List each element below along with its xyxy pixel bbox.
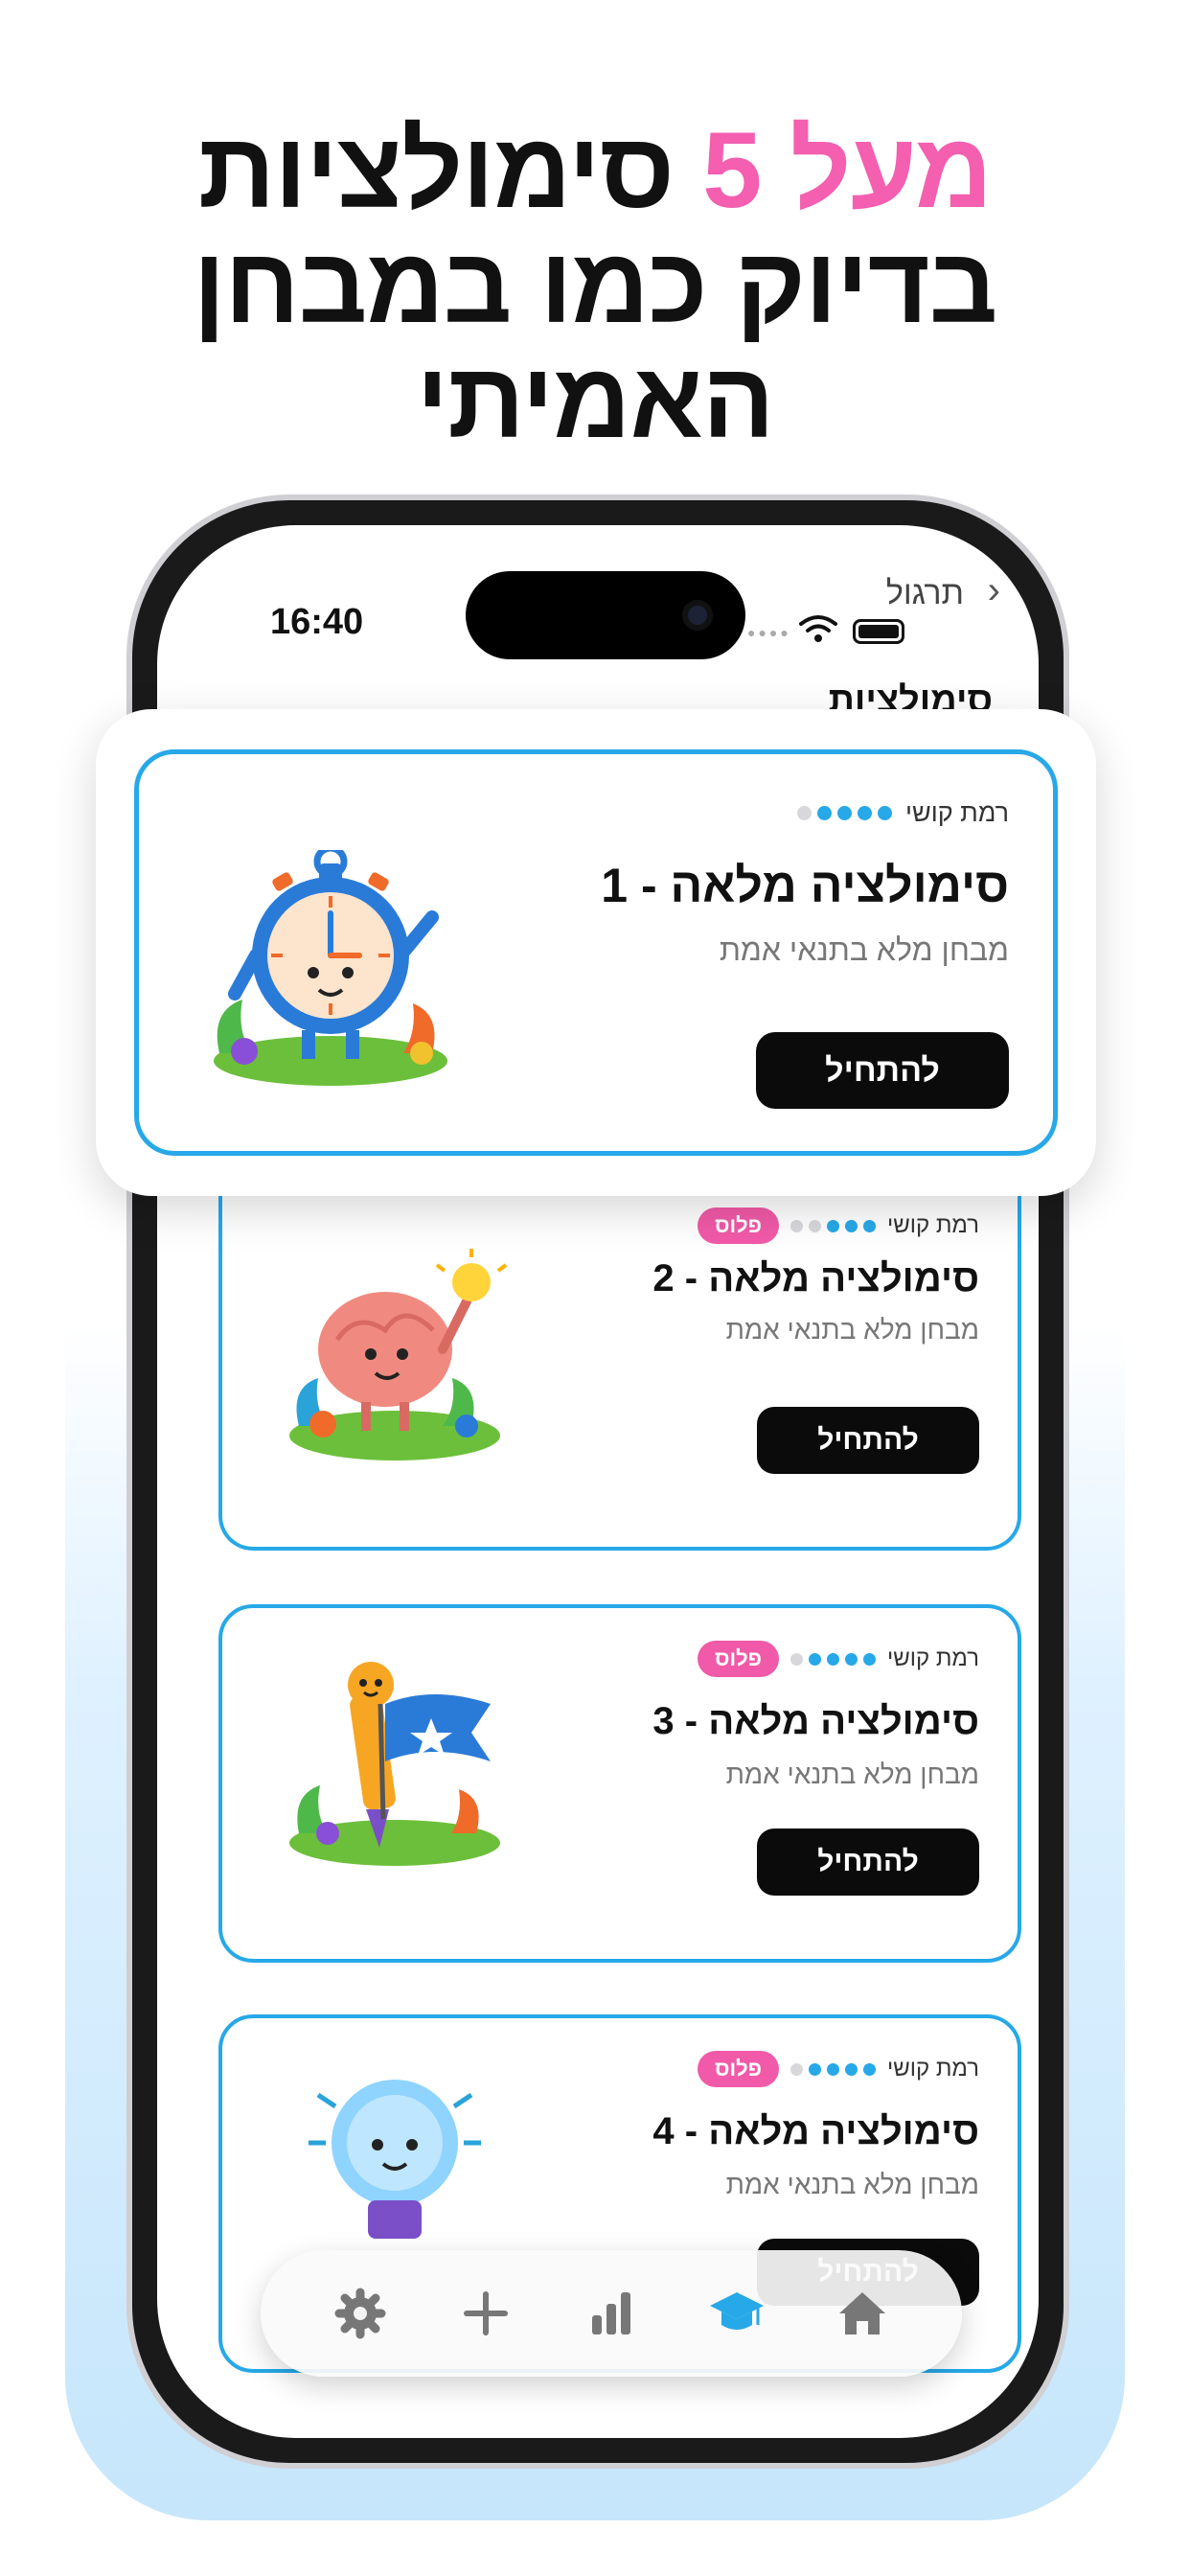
tab-home[interactable] <box>819 2270 905 2357</box>
card-subtitle: מבחן מלא בתנאי אמת <box>725 1315 979 1345</box>
difficulty-row: רמת קושי פלוס <box>698 2051 979 2087</box>
headline-line-2: בדיוק כמו במבחן <box>193 225 998 345</box>
wifi-icon <box>799 611 837 653</box>
difficulty-pips <box>790 1219 876 1232</box>
chevron-right-icon[interactable]: › <box>988 569 1000 612</box>
difficulty-pips <box>790 1652 876 1666</box>
difficulty-label: רמת קושי <box>887 1212 979 1238</box>
difficulty-row: רמת קושי <box>797 798 1009 828</box>
plus-badge: פלוס <box>698 1641 779 1677</box>
plus-badge: פלוס <box>698 2051 779 2087</box>
card-subtitle: מבחן מלא בתנאי אמת <box>725 1760 979 1789</box>
graduation-cap-icon <box>710 2292 765 2330</box>
difficulty-label: רמת קושי <box>905 798 1009 827</box>
difficulty-pips <box>797 806 892 820</box>
difficulty-pips <box>790 2062 876 2076</box>
tab-add[interactable] <box>443 2270 529 2357</box>
card-subtitle: מבחן מלא בתנאי אמת <box>725 2170 979 2199</box>
start-button[interactable]: להתחיל <box>757 1407 979 1474</box>
tab-settings[interactable] <box>317 2270 403 2357</box>
difficulty-row: רמת קושי פלוס <box>698 1641 979 1677</box>
plus-badge: פלוס <box>698 1208 779 1244</box>
difficulty-row: רמת קושי פלוס <box>698 1208 979 1244</box>
simulation-card-3[interactable]: רמת קושי פלוס סימולציה מלאה - 3 מבחן מלא… <box>218 1604 1021 1963</box>
headline-accent: מעל 5 <box>702 110 993 230</box>
headline-line-3: האמיתי <box>416 340 774 460</box>
headline-line-1: מעל 5 סימולציות <box>0 113 1190 228</box>
brain-character-illustration <box>289 1249 508 1460</box>
card-title: סימולציה מלאה - 2 <box>652 1257 979 1300</box>
simulation-card-2[interactable]: רמת קושי פלוס סימולציה מלאה - 2 מבחן מלא… <box>218 1196 1021 1551</box>
stopwatch-character-illustration <box>214 850 447 1086</box>
signal-dots-icon: ●●●● <box>747 625 791 640</box>
difficulty-label: רמת קושי <box>887 2056 979 2082</box>
status-time: 16:40 <box>270 602 364 642</box>
status-icons: ●●●● <box>740 592 950 650</box>
plus-icon <box>463 2291 508 2335</box>
simulation-card-1-highlight: רמת קושי סימולציה מלאה - 1 מבחן מלא בתנא… <box>96 709 1096 1196</box>
start-button[interactable]: להתחיל <box>756 1032 1009 1109</box>
tab-stats[interactable] <box>568 2270 654 2357</box>
camera-icon <box>682 600 713 631</box>
card-title: סימולציה מלאה - 3 <box>652 1700 979 1742</box>
dynamic-island <box>466 571 745 659</box>
tab-simulations[interactable] <box>694 2270 780 2357</box>
card-title: סימולציה מלאה - 1 <box>601 859 1009 912</box>
start-button[interactable]: להתחיל <box>757 1828 979 1896</box>
simulation-card-1[interactable]: רמת קושי סימולציה מלאה - 1 מבחן מלא בתנא… <box>134 749 1058 1156</box>
battery-icon <box>853 619 904 644</box>
card-subtitle: מבחן מלא בתנאי אמת <box>719 932 1009 967</box>
pencil-flag-character-illustration <box>289 1662 500 1866</box>
difficulty-label: רמת קושי <box>887 1645 979 1671</box>
headline: מעל 5 סימולציות בדיוק כמו במבחן האמיתי <box>0 113 1190 458</box>
bar-chart-icon <box>591 2292 630 2334</box>
tab-bar <box>261 2250 962 2377</box>
card-title: סימולציה מלאה - 4 <box>652 2110 979 2152</box>
home-icon <box>839 2292 886 2334</box>
headline-line-1-rest: סימולציות <box>197 110 675 230</box>
gear-icon <box>334 2288 386 2339</box>
